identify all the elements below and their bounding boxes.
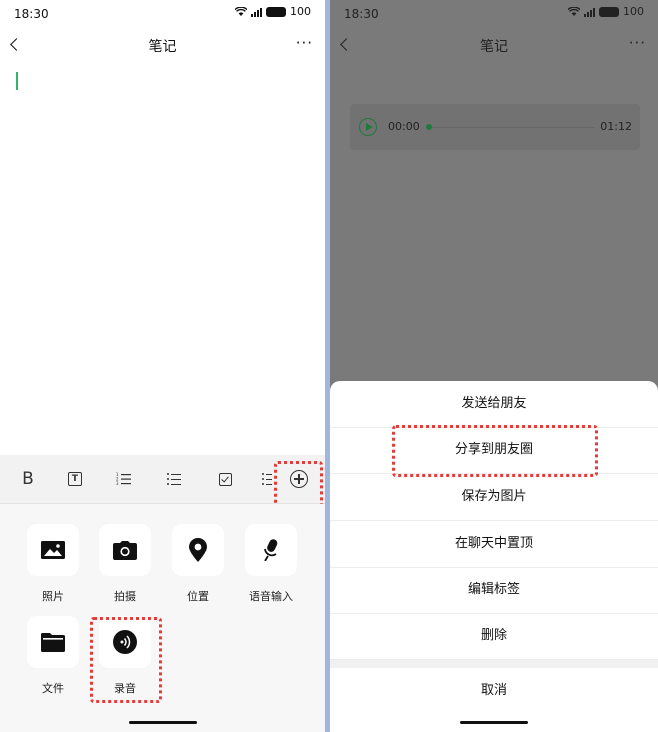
voice-input-tile (245, 524, 297, 576)
sheet-item-delete[interactable]: 删除 (330, 613, 658, 660)
recording-tile (99, 616, 151, 668)
photo-tile (27, 524, 79, 576)
signal-icon (584, 7, 595, 17)
left-screen: 18:30 100 笔记 ··· B T 1 2 3 照片 拍摄 位置 语音输入… (0, 0, 325, 732)
bold-button[interactable]: B (20, 467, 36, 491)
status-time: 18:30 (344, 7, 379, 21)
attach-label: 位置 (187, 590, 209, 603)
checkbox-icon (218, 472, 232, 486)
text-cursor[interactable] (16, 72, 18, 90)
add-attachment-button[interactable] (289, 467, 309, 491)
file-tile (27, 616, 79, 668)
sheet-item-save-as-image[interactable]: 保存为图片 (330, 474, 658, 521)
numbered-list-button[interactable]: 1 2 3 (116, 467, 132, 491)
folder-icon (41, 632, 65, 652)
attach-label: 录音 (114, 682, 136, 695)
checkbox-button[interactable] (217, 467, 233, 491)
status-icons: 100 (235, 5, 311, 18)
battery-icon (599, 6, 619, 17)
cancel-button[interactable]: 取消 (330, 668, 658, 714)
battery-icon (266, 6, 286, 17)
attachment-panel: 照片 拍摄 位置 语音输入 文件 录音 (0, 504, 325, 732)
attach-label: 语音输入 (249, 590, 293, 603)
status-icons: 100 (568, 5, 644, 18)
camera-tile (99, 524, 151, 576)
sheet-item-share-to-moments[interactable]: 分享到朋友圈 (330, 427, 658, 474)
attach-voice-input[interactable]: 语音输入 (235, 524, 307, 604)
action-sheet: 发送给朋友 分享到朋友圈 保存为图片 在聊天中置顶 编辑标签 删除 取消 (330, 381, 658, 732)
location-pin-icon (189, 538, 207, 562)
attach-location[interactable]: 位置 (162, 524, 234, 604)
wifi-icon (568, 7, 580, 16)
microphone-icon (264, 539, 278, 561)
camera-icon (113, 540, 137, 560)
sheet-separator (330, 660, 658, 668)
sheet-item-pin-in-chat[interactable]: 在聊天中置顶 (330, 521, 658, 568)
attach-label: 拍摄 (114, 590, 136, 603)
attach-photo[interactable]: 照片 (17, 524, 89, 604)
text-style-button[interactable]: T (67, 467, 83, 491)
recording-icon (113, 630, 137, 654)
attach-camera[interactable]: 拍摄 (89, 524, 161, 604)
audio-progress-track[interactable] (430, 127, 594, 128)
format-toolbar: B T 1 2 3 (0, 455, 325, 504)
attach-recording[interactable]: 录音 (89, 616, 161, 696)
photo-icon (41, 541, 65, 559)
audio-elapsed: 00:00 (388, 120, 420, 133)
attach-label: 照片 (42, 590, 64, 603)
play-icon[interactable] (359, 118, 377, 136)
page-title: 笔记 (148, 39, 177, 55)
location-tile (172, 524, 224, 576)
home-indicator (128, 721, 197, 724)
status-bar: 18:30 100 (0, 0, 325, 28)
sheet-item-edit-tags[interactable]: 编辑标签 (330, 567, 658, 614)
page-title: 笔记 (480, 39, 508, 55)
bullet-list-button[interactable] (166, 467, 182, 491)
audio-player: 00:00 01:12 (350, 104, 640, 150)
battery-level: 100 (623, 5, 644, 18)
status-time: 18:30 (14, 7, 49, 21)
plus-circle-icon (290, 470, 308, 488)
text-style-icon: T (68, 472, 82, 486)
audio-progress-handle[interactable] (426, 124, 432, 130)
attach-label: 文件 (42, 682, 64, 695)
more-icon[interactable]: ··· (629, 34, 646, 52)
svg-text:3: 3 (116, 481, 119, 486)
nav-bar: 笔记 ··· (330, 28, 658, 64)
nav-bar: 笔记 ··· (0, 28, 325, 64)
battery-level: 100 (290, 5, 311, 18)
signal-icon (251, 7, 262, 17)
indent-icon (262, 473, 272, 485)
indent-button[interactable] (262, 467, 272, 491)
sheet-item-send-to-friend[interactable]: 发送给朋友 (330, 381, 658, 428)
status-bar: 18:30 100 (330, 0, 658, 28)
home-indicator (460, 721, 528, 724)
bullet-list-icon (167, 473, 181, 485)
more-icon[interactable]: ··· (296, 34, 313, 52)
audio-duration: 01:12 (600, 120, 632, 133)
right-screen: 18:30 100 笔记 ··· 00:00 01:12 发送给朋友 分享到朋友… (330, 0, 658, 732)
wifi-icon (235, 7, 247, 16)
attach-file[interactable]: 文件 (17, 616, 89, 696)
numbered-list-icon: 1 2 3 (116, 472, 131, 486)
